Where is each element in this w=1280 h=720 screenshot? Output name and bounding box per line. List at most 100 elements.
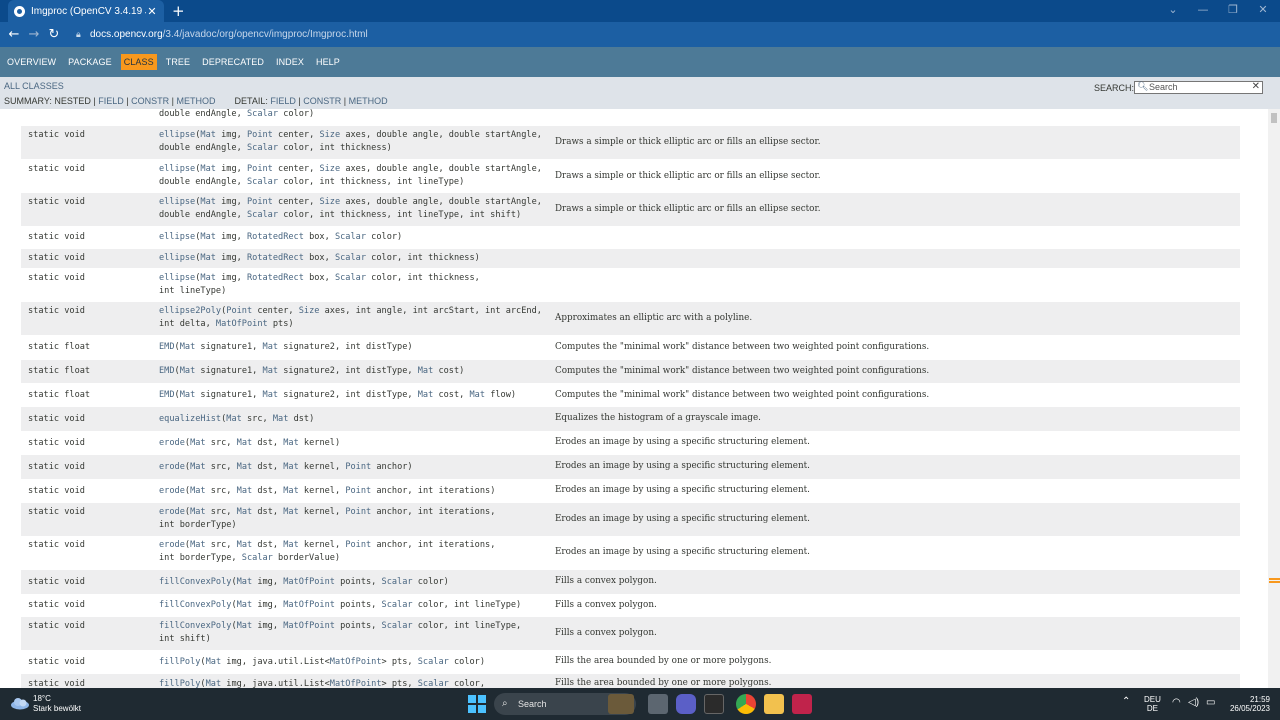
separator: |: [126, 96, 129, 106]
table-row: static void ellipse(Mat img, RotatedRect …: [21, 249, 1240, 268]
method-signature[interactable]: erode(Mat src, Mat dst, Mat kernel, Poin…: [159, 506, 549, 532]
clear-search-icon[interactable]: ✕: [1252, 81, 1260, 92]
modifier-type: static void: [28, 486, 85, 496]
reload-icon[interactable]: ↻: [44, 27, 64, 42]
intellij-icon[interactable]: [792, 694, 812, 714]
back-arrow-icon[interactable]: ←: [4, 27, 24, 42]
nav-tree[interactable]: TREE: [163, 54, 193, 70]
task-view-icon[interactable]: [648, 694, 668, 714]
lock-icon: 🔒︎: [76, 29, 81, 39]
modifier-type: static void: [28, 679, 85, 688]
new-tab-button[interactable]: +: [172, 2, 185, 20]
nav-index[interactable]: INDEX: [273, 54, 307, 70]
method-signature[interactable]: ellipse(Mat img, Point center, Size axes…: [159, 129, 549, 155]
nav-overview[interactable]: OVERVIEW: [4, 54, 59, 70]
detail-constr-link[interactable]: CONSTR: [303, 96, 341, 106]
modifier-type: static void: [28, 273, 85, 283]
search-highlight-icon[interactable]: [608, 694, 634, 714]
browser-tab[interactable]: Imgproc (OpenCV 3.4.19 Java do... ✕: [8, 0, 164, 22]
modifier-type: static float: [28, 390, 91, 400]
tab-title: Imgproc (OpenCV 3.4.19 Java do...: [31, 5, 146, 17]
method-signature[interactable]: EMD(Mat signature1, Mat signature2, int …: [159, 365, 549, 378]
table-row: static void equalizeHist(Mat src, Mat dst…: [21, 407, 1240, 431]
method-signature[interactable]: ellipse(Mat img, RotatedRect box, Scalar…: [159, 231, 549, 244]
language-indicator[interactable]: DEU DE: [1144, 695, 1161, 713]
table-row: static void erode(Mat src, Mat dst, Mat k…: [21, 503, 1240, 536]
summary-field-link[interactable]: FIELD: [98, 96, 124, 106]
url-field[interactable]: 🔒︎ docs.opencv.org/3.4/javadoc/org/openc…: [76, 25, 1186, 44]
method-signature[interactable]: ellipse(Mat img, Point center, Size axes…: [159, 196, 549, 222]
nav-help[interactable]: HELP: [313, 54, 343, 70]
url-host: docs.opencv.org: [90, 29, 163, 40]
volume-icon[interactable]: ◁): [1188, 698, 1199, 708]
method-signature[interactable]: equalizeHist(Mat src, Mat dst): [159, 413, 549, 426]
battery-icon[interactable]: ▭: [1206, 698, 1215, 708]
table-row: static void fillConvexPoly(Mat img, MatOf…: [21, 570, 1240, 594]
nav-class[interactable]: CLASS: [120, 54, 157, 70]
modifier-type: static void: [28, 306, 85, 316]
address-bar-row: ← → ↻ 🔒︎ docs.opencv.org/3.4/javadoc/org…: [0, 22, 1280, 65]
wifi-icon[interactable]: ◠: [1172, 698, 1181, 708]
tab-search-chevron-icon[interactable]: ⌄: [1158, 0, 1188, 22]
method-signature[interactable]: fillConvexPoly(Mat img, MatOfPoint point…: [159, 599, 549, 612]
modifier-type: static void: [28, 507, 85, 517]
method-signature[interactable]: fillConvexPoly(Mat img, MatOfPoint point…: [159, 576, 549, 589]
nav-deprecated[interactable]: DEPRECATED: [199, 54, 267, 70]
modifier-type: static void: [28, 438, 85, 448]
detail-field-link[interactable]: FIELD: [270, 96, 296, 106]
search-placeholder: Search: [1149, 82, 1178, 92]
scrollbar-thumb[interactable]: [1271, 113, 1277, 123]
method-signature[interactable]: erode(Mat src, Mat dst, Mat kernel, Poin…: [159, 485, 549, 498]
method-description: Erodes an image by using a specific stru…: [555, 437, 810, 447]
method-signature[interactable]: double endAngle, Scalar color): [159, 109, 549, 121]
minimize-icon[interactable]: —: [1188, 0, 1218, 22]
table-row: static float EMD(Mat signature1, Mat sign…: [21, 360, 1240, 383]
method-signature[interactable]: erode(Mat src, Mat dst, Mat kernel, Poin…: [159, 461, 549, 474]
method-signature[interactable]: erode(Mat src, Mat dst, Mat kernel, Poin…: [159, 539, 549, 565]
search-icon: 🔍︎: [1137, 81, 1149, 91]
method-signature[interactable]: fillPoly(Mat img, java.util.List<MatOfPo…: [159, 656, 549, 669]
method-signature[interactable]: ellipse(Mat img, RotatedRect box, Scalar…: [159, 252, 549, 265]
summary-constr-link[interactable]: CONSTR: [131, 96, 169, 106]
close-window-icon[interactable]: ✕: [1248, 0, 1278, 22]
chat-icon[interactable]: [676, 694, 696, 714]
table-row: static void fillPoly(Mat img, java.util.L…: [21, 650, 1240, 674]
method-signature[interactable]: erode(Mat src, Mat dst, Mat kernel): [159, 437, 549, 450]
forward-arrow-icon[interactable]: →: [24, 27, 44, 42]
close-tab-icon[interactable]: ✕: [146, 5, 158, 18]
cloud-icon: [11, 698, 29, 710]
windows-start-icon[interactable]: [468, 695, 488, 715]
modifier-type: static void: [28, 232, 85, 242]
nav-package[interactable]: PACKAGE: [65, 54, 115, 70]
javadoc-top-nav: OVERVIEW PACKAGE CLASS TREE DEPRECATED I…: [0, 47, 1280, 77]
method-signature[interactable]: ellipse(Mat img, Point center, Size axes…: [159, 163, 549, 189]
terminal-icon[interactable]: [704, 694, 724, 714]
all-classes-link[interactable]: ALL CLASSES: [4, 81, 64, 91]
table-row: static void ellipse(Mat img, RotatedRect …: [21, 269, 1240, 302]
lang-line2: DE: [1146, 704, 1158, 713]
clock[interactable]: 21:59 26/05/2023: [1226, 695, 1270, 713]
chrome-icon[interactable]: [736, 694, 756, 714]
method-signature[interactable]: EMD(Mat signature1, Mat signature2, int …: [159, 341, 549, 354]
summary-method-link[interactable]: METHOD: [176, 96, 215, 106]
method-signature[interactable]: ellipse2Poly(Point center, Size axes, in…: [159, 305, 549, 331]
tray-chevron-icon[interactable]: ⌃: [1122, 697, 1130, 707]
method-signature[interactable]: fillConvexPoly(Mat img, MatOfPoint point…: [159, 620, 549, 646]
file-explorer-icon[interactable]: [764, 694, 784, 714]
vertical-scrollbar[interactable]: [1268, 109, 1280, 688]
method-signature[interactable]: EMD(Mat signature1, Mat signature2, int …: [159, 389, 549, 402]
method-signature[interactable]: fillPoly(Mat img, java.util.List<MatOfPo…: [159, 678, 549, 688]
table-row: static float EMD(Mat signature1, Mat sign…: [21, 336, 1240, 359]
search-input[interactable]: 🔍︎ Search ✕: [1134, 81, 1263, 94]
method-signature[interactable]: ellipse(Mat img, RotatedRect box, Scalar…: [159, 272, 549, 298]
summary-links: SUMMARY: NESTED | FIELD | CONSTR | METHO…: [4, 96, 388, 106]
table-row: static float EMD(Mat signature1, Mat sign…: [21, 384, 1240, 407]
modifier-type: static void: [28, 540, 85, 550]
weather-text: Stark bewölkt: [33, 704, 82, 713]
javadoc-sub-nav: ALL CLASSES SUMMARY: NESTED | FIELD | CO…: [0, 77, 1280, 109]
url-path: /3.4/javadoc/org/opencv/imgproc/Imgproc.…: [162, 29, 368, 40]
method-description: Draws a simple or thick elliptic arc or …: [555, 137, 821, 147]
restore-icon[interactable]: ❐: [1218, 0, 1248, 22]
detail-method-link[interactable]: METHOD: [349, 96, 388, 106]
summary-label: SUMMARY: NESTED |: [4, 96, 96, 106]
